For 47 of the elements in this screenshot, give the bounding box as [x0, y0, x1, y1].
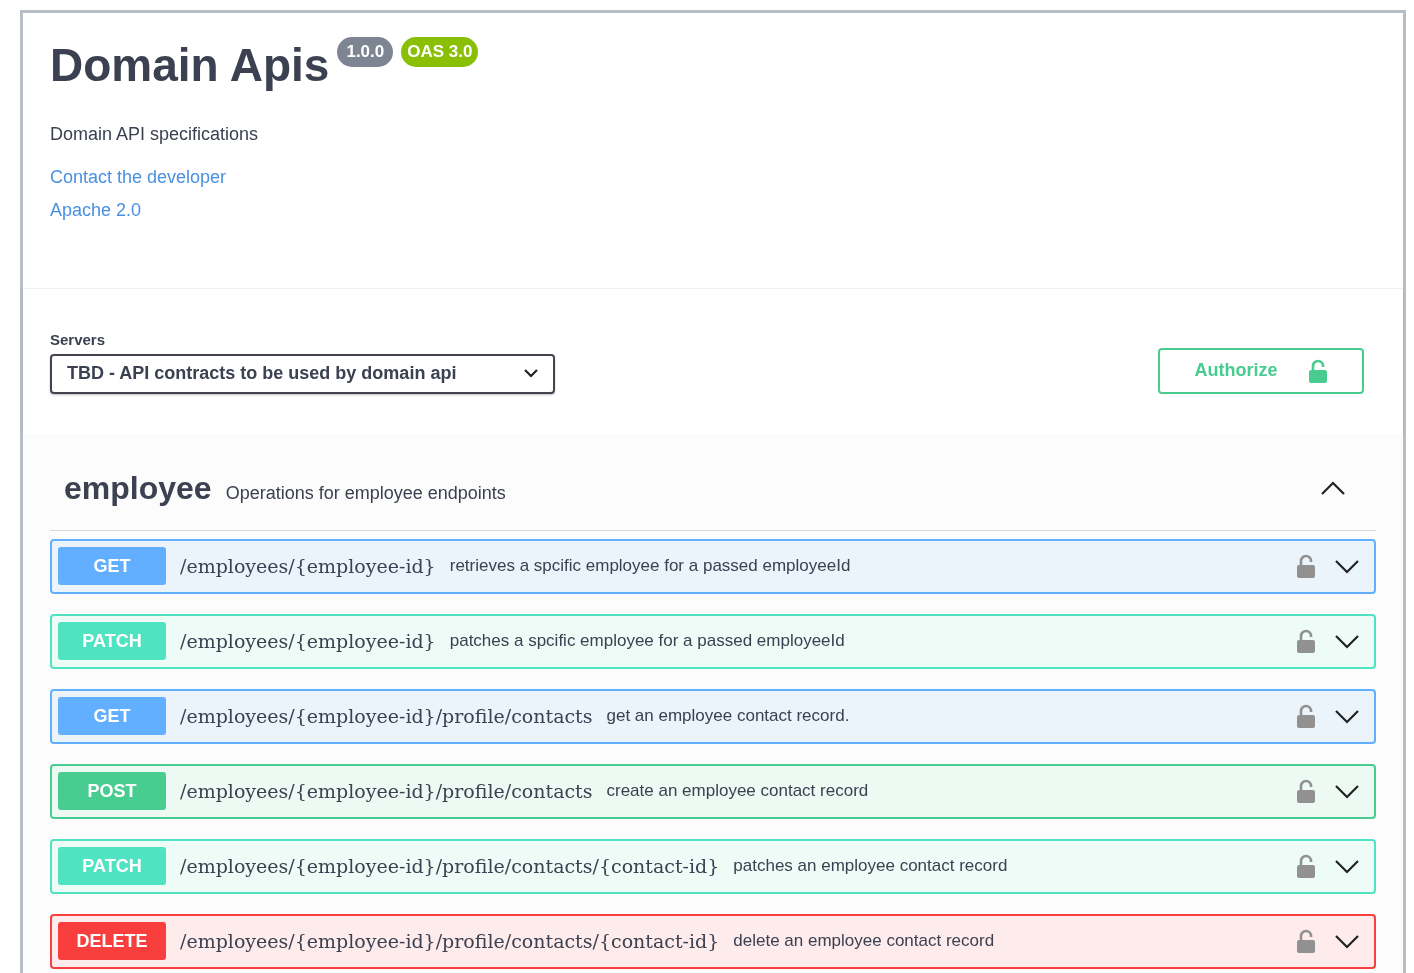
servers-label: Servers: [50, 330, 107, 350]
lock-icon: [1296, 554, 1316, 578]
endpoint-summary: get an employee contact record.: [606, 705, 850, 728]
method-badge: POST: [58, 772, 166, 810]
operation-row[interactable]: DELETE /employees/{employee-id}/profile/contacts/{contact-id} delete an employee contact record: [50, 913, 1376, 969]
caret-icon: [524, 369, 538, 378]
method-badge: PATCH: [58, 622, 166, 660]
chevron-down-icon[interactable]: [1334, 933, 1360, 949]
endpoint-path: /employees/{employee-id}: [180, 553, 436, 579]
api-description: Domain API specifications: [50, 123, 260, 146]
endpoint-summary: create an employee contact record: [606, 780, 869, 803]
method-badge: GET: [58, 547, 166, 585]
servers-dropdown[interactable]: TBD - API contracts to be used by domain api: [50, 353, 555, 394]
endpoint-path: /employees/{employee-id}/profile/contacts/{contact-id}: [180, 928, 720, 954]
lock-icon: [1296, 854, 1316, 878]
chevron-down-icon[interactable]: [1334, 558, 1360, 574]
endpoint-path: /employees/{employee-id}/profile/contacts/{contact-id}: [180, 853, 720, 879]
operation-row[interactable]: GET /employees/{employee-id} retrieves a spcific employee for a passed employeeId: [50, 538, 1376, 594]
operation-row[interactable]: GET /employees/{employee-id}/profile/contacts get an employee contact record.: [50, 688, 1376, 744]
endpoint-path: /employees/{employee-id}/profile/contacts: [180, 703, 593, 729]
version-badge: 1.0.0: [337, 37, 394, 67]
operation-row[interactable]: PATCH /employees/{employee-id}/profile/contacts/{contact-id} patches an employee contact record: [50, 838, 1376, 894]
lock-icon: [1296, 929, 1316, 953]
lock-icon: [1296, 629, 1316, 653]
method-badge: PATCH: [58, 847, 166, 885]
lock-icon: [1296, 779, 1316, 803]
operation-row[interactable]: PATCH /employees/{employee-id} patches a spcific employee for a passed employeeId: [50, 613, 1376, 669]
endpoint-path: /employees/{employee-id}: [180, 628, 436, 654]
chevron-down-icon[interactable]: [1334, 633, 1360, 649]
section-description: Operations for employee endpoints: [225, 481, 506, 505]
operation-row[interactable]: POST /employees/{employee-id}/profile/contacts create an employee contact record: [50, 763, 1376, 819]
method-badge: DELETE: [58, 922, 166, 960]
method-badge: GET: [58, 697, 166, 735]
endpoint-path: /employees/{employee-id}/profile/contacts: [180, 778, 593, 804]
endpoint-summary: patches an employee contact record: [733, 855, 1008, 878]
endpoint-summary: retrieves a spcific employee for a passed employeeId: [449, 555, 851, 578]
endpoint-summary: patches a spcific employee for a passed employeeId: [449, 630, 845, 653]
section-title[interactable]: employee: [64, 463, 212, 512]
chevron-down-icon[interactable]: [1334, 708, 1360, 724]
lock-icon: [1307, 358, 1328, 383]
lock-icon: [1296, 704, 1316, 728]
oas-badge: OAS 3.0: [401, 37, 479, 67]
chevron-down-icon[interactable]: [1334, 858, 1360, 874]
endpoint-summary: delete an employee contact record: [733, 930, 995, 953]
chevron-down-icon[interactable]: [1334, 783, 1360, 799]
page-title: Domain Apis: [50, 38, 330, 93]
chevron-up-icon[interactable]: [1320, 479, 1346, 496]
